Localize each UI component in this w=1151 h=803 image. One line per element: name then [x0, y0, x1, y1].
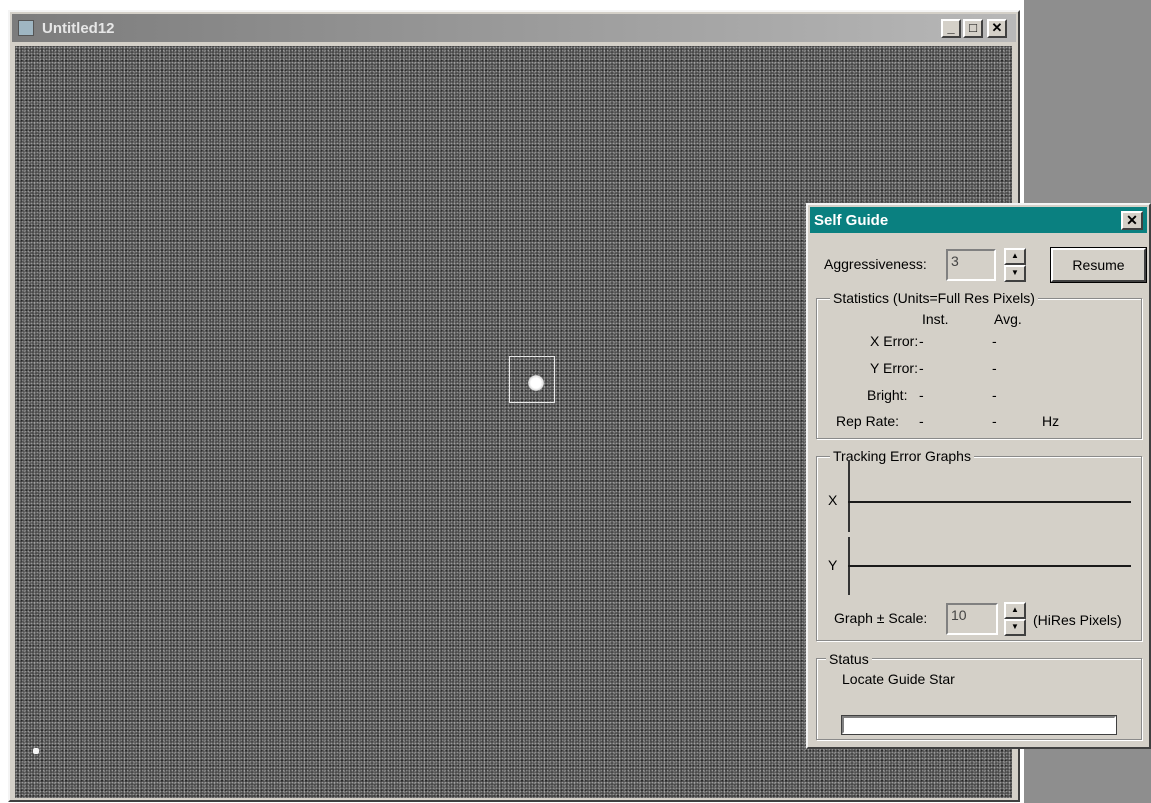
spin-down-icon[interactable]: ▼ — [1004, 619, 1026, 636]
spin-up-icon[interactable]: ▲ — [1004, 248, 1026, 265]
col-avg-header: Avg. — [994, 311, 1022, 327]
aggressiveness-label: Aggressiveness: — [824, 256, 927, 272]
minimize-button[interactable]: _ — [941, 19, 961, 38]
self-guide-dialog: Self Guide ✕ Aggressiveness: 3 ▲ ▼ Resum… — [806, 203, 1151, 749]
x-graph-label: X — [828, 492, 838, 508]
self-guide-titlebar[interactable]: Self Guide ✕ — [810, 207, 1147, 233]
maximize-button[interactable]: □ — [963, 19, 983, 38]
aggressiveness-field[interactable]: 3 — [946, 249, 996, 281]
rep-rate-avg: - — [992, 413, 997, 429]
x-error-avg: - — [992, 333, 997, 349]
self-guide-close-button[interactable]: ✕ — [1121, 211, 1143, 230]
status-group-label: Status — [826, 651, 872, 667]
resume-button[interactable]: Resume — [1050, 247, 1147, 283]
bright-avg: - — [992, 387, 997, 403]
graph-scale-unit: (HiRes Pixels) — [1033, 612, 1122, 628]
guide-star — [528, 375, 544, 391]
spin-up-icon[interactable]: ▲ — [1004, 602, 1026, 619]
x-error-graph — [848, 501, 1131, 503]
tracking-group-label: Tracking Error Graphs — [830, 448, 974, 464]
statistics-group-label: Statistics (Units=Full Res Pixels) — [830, 290, 1038, 306]
image-window-title: Untitled12 — [42, 20, 115, 37]
rep-rate-label: Rep Rate: — [836, 413, 900, 429]
y-error-inst: - — [919, 360, 924, 376]
close-button[interactable]: ✕ — [987, 19, 1007, 38]
status-progress-bar — [841, 715, 1117, 735]
graph-scale-label: Graph ± Scale: — [834, 610, 928, 626]
y-graph-label: Y — [828, 557, 838, 573]
graph-scale-field[interactable]: 10 — [946, 603, 998, 635]
self-guide-title: Self Guide — [814, 212, 889, 229]
y-error-label: Y Error: — [870, 360, 918, 376]
x-graph-axis — [848, 460, 851, 532]
spin-down-icon[interactable]: ▼ — [1004, 265, 1026, 282]
bright-label: Bright: — [867, 387, 908, 403]
x-error-inst: - — [919, 333, 924, 349]
bright-inst: - — [919, 387, 924, 403]
hot-pixel — [33, 748, 39, 754]
status-text: Locate Guide Star — [842, 671, 955, 687]
rep-rate-inst: - — [919, 413, 924, 429]
graph-scale-spinner[interactable]: ▲ ▼ — [1004, 602, 1026, 636]
image-window-titlebar[interactable]: Untitled12 _ □ ✕ — [12, 14, 1016, 42]
col-inst-header: Inst. — [922, 311, 949, 327]
y-error-graph — [848, 565, 1131, 567]
y-error-avg: - — [992, 360, 997, 376]
app-icon[interactable] — [18, 20, 34, 36]
rep-rate-unit: Hz — [1042, 413, 1060, 429]
aggressiveness-spinner[interactable]: ▲ ▼ — [1004, 248, 1026, 282]
x-error-label: X Error: — [870, 333, 919, 349]
